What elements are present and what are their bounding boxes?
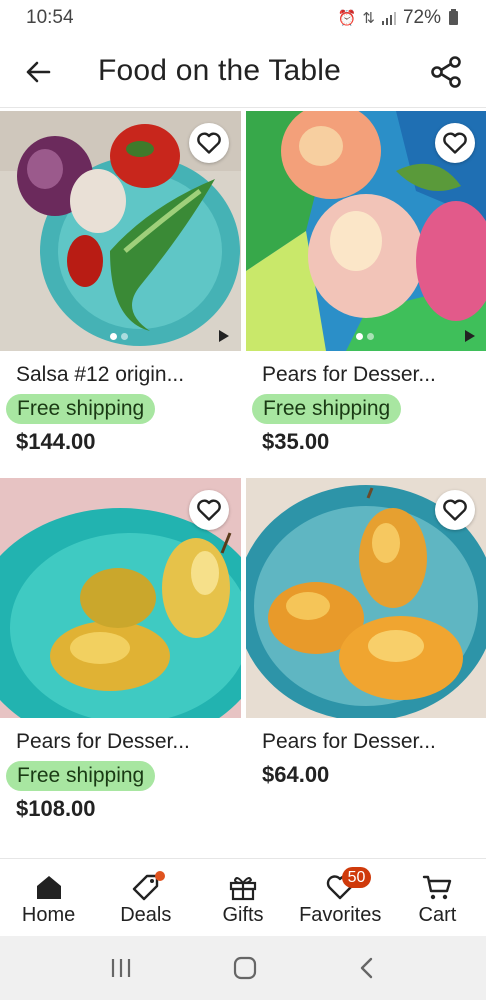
data-transfer-icon: ⇅ xyxy=(362,10,375,27)
nav-gifts[interactable]: Gifts xyxy=(194,859,291,936)
share-button[interactable] xyxy=(426,52,466,92)
heart-icon xyxy=(197,499,221,521)
heart-icon xyxy=(443,132,467,154)
listing-image[interactable] xyxy=(0,478,241,718)
back-arrow-icon xyxy=(26,61,51,83)
favorites-count-badge: 50 xyxy=(341,867,372,888)
deals-notification-dot xyxy=(155,871,166,881)
nav-home-label: Home xyxy=(21,904,76,926)
favorite-button[interactable] xyxy=(435,490,475,530)
cart-icon xyxy=(423,875,452,900)
nav-deals[interactable]: Deals xyxy=(97,859,194,936)
nav-cart[interactable]: Cart xyxy=(389,859,486,936)
listing-image[interactable] xyxy=(246,478,486,718)
heart-icon xyxy=(197,132,221,154)
nav-gifts-label: Gifts xyxy=(222,904,264,926)
nav-deals-label: Deals xyxy=(120,904,172,926)
listing-image[interactable] xyxy=(246,111,486,351)
bottom-nav: Home Deals Gifts 50 Favorites Cart xyxy=(0,858,486,936)
listing-price: $64.00 xyxy=(262,762,330,787)
listing-title[interactable]: Pears for Desser... xyxy=(262,363,482,387)
nav-home[interactable]: Home xyxy=(0,859,97,936)
favorite-button[interactable] xyxy=(435,123,475,163)
page-title: Food on the Table xyxy=(98,54,342,87)
status-icons: ⏰ ⇅ 72% xyxy=(338,7,458,29)
listing-price: $108.00 xyxy=(16,796,96,821)
free-shipping-badge: Free shipping xyxy=(6,761,156,791)
gift-icon xyxy=(229,877,257,901)
status-bar: 10:54 ⏰ ⇅ 72% xyxy=(0,0,486,36)
battery-icon xyxy=(449,9,458,25)
home-icon xyxy=(36,876,61,899)
back-button[interactable] xyxy=(22,56,54,88)
listing-title[interactable]: Pears for Desser... xyxy=(16,730,236,754)
recent-apps-icon[interactable] xyxy=(109,957,133,979)
carousel-dots xyxy=(356,333,374,340)
favorite-button[interactable] xyxy=(189,490,229,530)
nav-favorites[interactable]: 50 Favorites xyxy=(292,859,389,936)
share-icon xyxy=(431,56,461,88)
back-nav-icon[interactable] xyxy=(357,956,377,980)
app-header: Food on the Table xyxy=(0,36,486,108)
video-play-icon xyxy=(219,330,229,342)
system-nav-bar xyxy=(0,936,486,1000)
free-shipping-badge: Free shipping xyxy=(6,394,156,424)
listing-image[interactable] xyxy=(0,111,241,351)
nav-favorites-label: Favorites xyxy=(299,904,382,926)
video-play-icon xyxy=(465,330,475,342)
heart-icon xyxy=(443,499,467,521)
free-shipping-badge: Free shipping xyxy=(252,394,402,424)
listing-price: $35.00 xyxy=(262,429,330,454)
favorite-button[interactable] xyxy=(189,123,229,163)
alarm-icon: ⏰ xyxy=(337,10,357,27)
carousel-dots xyxy=(110,333,128,340)
home-button-icon[interactable] xyxy=(232,955,258,981)
listing-title[interactable]: Salsa #12 origin... xyxy=(16,363,236,387)
nav-cart-label: Cart xyxy=(418,904,457,926)
status-time: 10:54 xyxy=(26,7,74,28)
battery-percent: 72% xyxy=(402,7,441,28)
listing-price: $144.00 xyxy=(16,429,96,454)
listing-title[interactable]: Pears for Desser... xyxy=(262,730,482,754)
signal-icon xyxy=(381,12,396,25)
